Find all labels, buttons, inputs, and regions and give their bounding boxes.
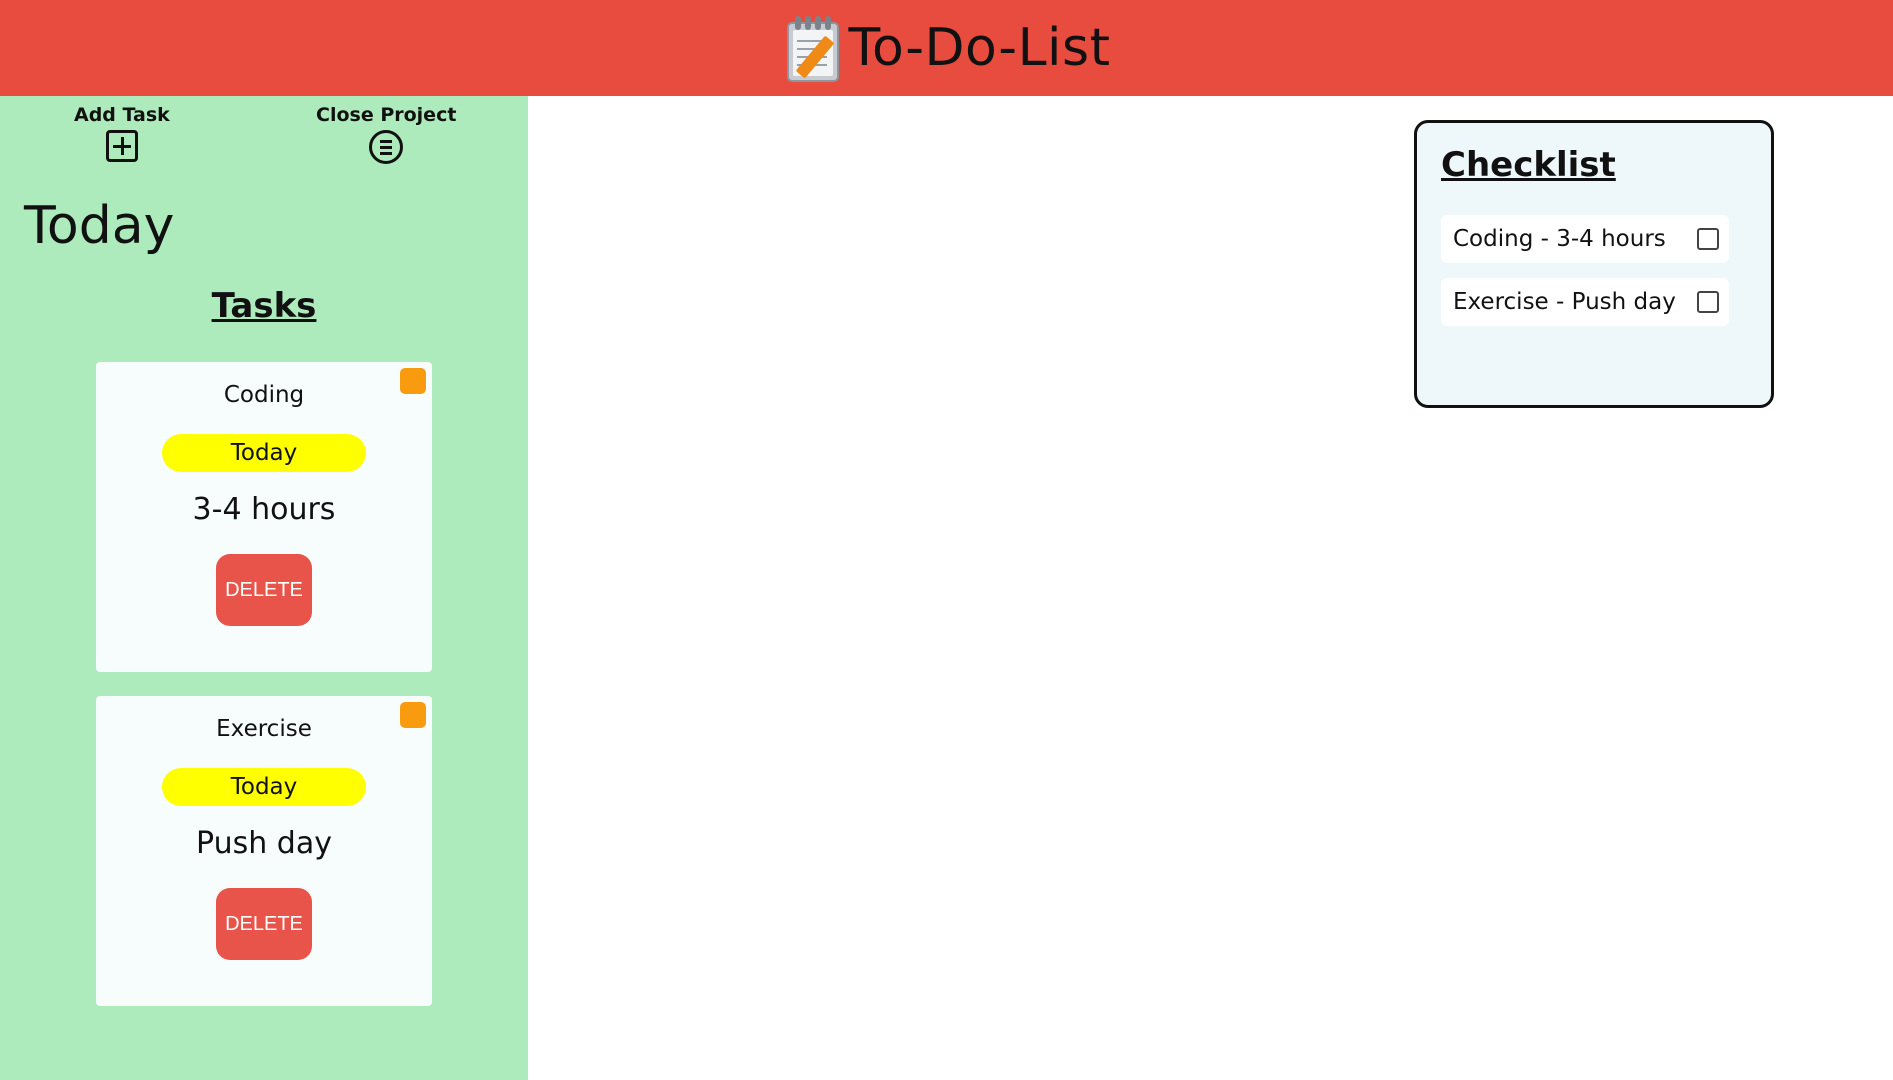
checklist-panel: Checklist Coding - 3-4 hours Exercise - … bbox=[1414, 120, 1774, 408]
checklist-checkbox[interactable] bbox=[1697, 291, 1719, 313]
close-project-label: Close Project bbox=[316, 104, 457, 126]
tasks-heading: Tasks bbox=[211, 286, 317, 326]
checklist-checkbox[interactable] bbox=[1697, 228, 1719, 250]
notepad-pencil-icon bbox=[783, 12, 845, 84]
delete-task-button[interactable]: DELETE bbox=[216, 888, 312, 960]
task-description: 3-4 hours bbox=[192, 492, 336, 527]
task-card: Coding Today 3-4 hours DELETE bbox=[96, 362, 432, 672]
project-title: Today bbox=[24, 196, 175, 256]
due-date-badge: Today bbox=[162, 768, 366, 806]
plus-square-icon[interactable] bbox=[105, 130, 138, 162]
checklist-title: Checklist bbox=[1441, 145, 1616, 185]
checklist-item[interactable]: Exercise - Push day bbox=[1441, 278, 1729, 326]
task-title: Coding bbox=[223, 382, 305, 408]
add-task-button[interactable]: Add Task bbox=[74, 104, 170, 162]
task-title: Exercise bbox=[216, 716, 312, 742]
checklist-item-label: Coding - 3-4 hours bbox=[1453, 226, 1666, 252]
checklist-item[interactable]: Coding - 3-4 hours bbox=[1441, 215, 1729, 263]
header-title-group: To-Do-List bbox=[783, 12, 1111, 84]
close-project-button[interactable]: Close Project bbox=[316, 104, 456, 164]
menu-circle-icon[interactable] bbox=[369, 130, 404, 164]
due-date-badge: Today bbox=[162, 434, 366, 472]
app-title: To-Do-List bbox=[848, 18, 1111, 78]
add-task-label: Add Task bbox=[74, 104, 170, 126]
task-card: Exercise Today Push day DELETE bbox=[96, 696, 432, 1006]
project-sidebar: Add Task Close Project Today Tasks Codin… bbox=[0, 96, 528, 1080]
delete-task-button[interactable]: DELETE bbox=[216, 554, 312, 626]
app-header: To-Do-List bbox=[0, 0, 1893, 96]
checklist-item-label: Exercise - Push day bbox=[1453, 289, 1676, 315]
task-description: Push day bbox=[196, 826, 332, 861]
